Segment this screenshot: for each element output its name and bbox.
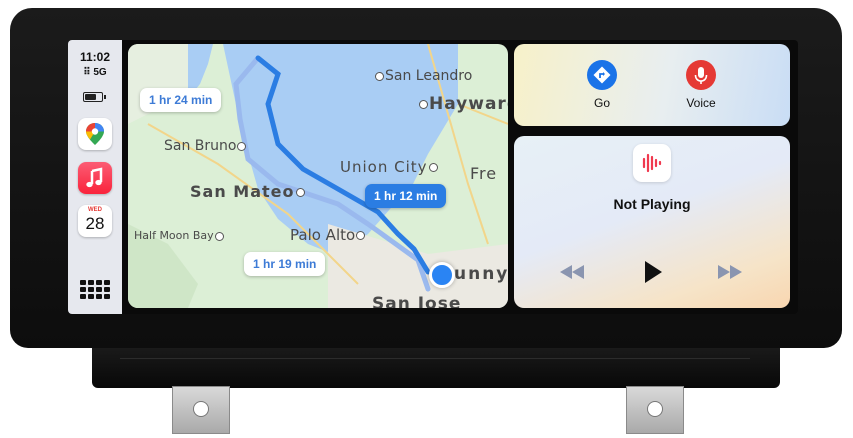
- head-unit-chin: [92, 348, 780, 388]
- now-playing-card[interactable]: Not Playing: [514, 136, 790, 308]
- voice-label: Voice: [686, 96, 716, 110]
- quick-actions-card: Go Voice: [514, 44, 790, 126]
- place-label: Half Moon Bay: [134, 229, 225, 242]
- bracket-hole: [647, 401, 663, 417]
- place-label: Union City: [340, 158, 439, 176]
- place-label: Hayward: [418, 94, 508, 114]
- place-label: unny: [454, 264, 508, 284]
- place-label: Palo Alto: [290, 226, 366, 244]
- cellular-signal: ⠿ 5G: [68, 67, 122, 78]
- app-grid-icon[interactable]: [80, 280, 110, 300]
- battery-icon: [83, 92, 106, 102]
- bracket-hole: [193, 401, 209, 417]
- audio-waveform-icon: [633, 144, 671, 182]
- carplay-screen: 11:02 ⠿ 5G WED 28 San Leandro Haywar San…: [68, 40, 798, 314]
- route-eta-main[interactable]: 1 hr 12 min: [365, 184, 447, 208]
- play-button[interactable]: [632, 258, 672, 286]
- network-type: 5G: [93, 67, 107, 78]
- directions-icon: [587, 60, 617, 90]
- music-app-icon[interactable]: [78, 162, 112, 194]
- route-eta-alt-north[interactable]: 1 hr 24 min: [140, 88, 222, 112]
- mounting-bracket-left: [172, 386, 230, 434]
- previous-track-button[interactable]: [552, 258, 592, 286]
- play-icon: [645, 261, 662, 283]
- next-icon: [718, 265, 742, 279]
- place-label: San Leandro: [374, 68, 472, 84]
- previous-icon: [560, 265, 584, 279]
- voice-button[interactable]: Voice: [666, 60, 736, 110]
- current-location-icon: [429, 262, 455, 288]
- place-label: Fre: [470, 164, 498, 183]
- navigation-map[interactable]: San Leandro Hayward San Bruno Union City…: [128, 44, 508, 308]
- calendar-app-icon[interactable]: WED 28: [78, 205, 112, 237]
- place-label: San Bruno: [164, 138, 247, 154]
- music-note-icon: [86, 167, 103, 188]
- signal-bars-icon: ⠿: [83, 67, 91, 78]
- calendar-date: 28: [85, 214, 105, 233]
- google-maps-icon: [86, 123, 104, 145]
- next-track-button[interactable]: [710, 258, 750, 286]
- route-eta-alt-south[interactable]: 1 hr 19 min: [244, 252, 326, 276]
- place-label: San Jose: [372, 294, 462, 308]
- microphone-icon: [686, 60, 716, 90]
- mounting-bracket-right: [626, 386, 684, 434]
- google-maps-app-icon[interactable]: [78, 118, 112, 150]
- status-time: 11:02: [79, 50, 111, 64]
- carplay-sidebar: 11:02 ⠿ 5G WED 28: [68, 40, 122, 314]
- place-label: San Mateo: [190, 182, 306, 201]
- now-playing-status: Not Playing: [613, 196, 691, 212]
- go-label: Go: [593, 96, 610, 110]
- go-button[interactable]: Go: [567, 60, 637, 110]
- chin-divider: [120, 358, 750, 359]
